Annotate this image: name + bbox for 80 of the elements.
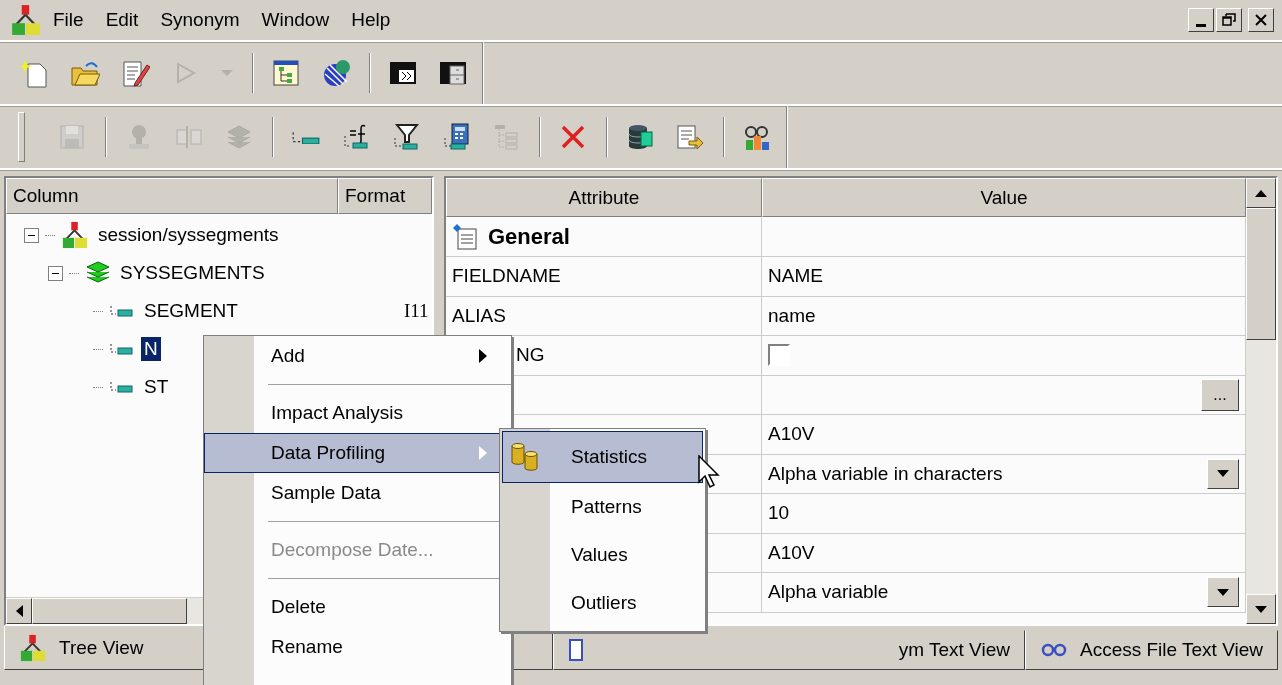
column-header: Attribute [446, 178, 762, 217]
menu-item[interactable]: Values [502, 531, 703, 579]
close-icon [1255, 14, 1267, 26]
scrollbar-thumb[interactable] [32, 598, 187, 624]
view-tab[interactable]: Access File Text View [1024, 630, 1278, 670]
document-icon [567, 638, 584, 662]
minimize-icon [1196, 23, 1206, 27]
restore-button[interactable] [1216, 8, 1242, 32]
menu-item[interactable]: File [42, 9, 95, 31]
formula-icon [341, 122, 371, 152]
tree-item[interactable]: session/syssegments [95, 223, 282, 247]
hierarchy-icon [61, 221, 89, 249]
attribute-value: Alpha variable [768, 581, 890, 604]
hierarchy-icon [19, 633, 47, 662]
attribute-name: NG [516, 344, 545, 367]
view-tab[interactable]: ym Text View [552, 630, 1025, 670]
column-header: Format [338, 178, 432, 214]
scrollbar-thumb[interactable] [1246, 208, 1276, 340]
attribute-value: 10 [768, 502, 790, 525]
menu-item[interactable]: Rename [204, 627, 500, 667]
attribute-value: name [768, 304, 816, 327]
tree-window-icon [271, 58, 301, 88]
scroll-down-button[interactable] [1246, 594, 1276, 624]
caret-down-icon [1217, 470, 1229, 478]
menu-item[interactable]: Help [340, 9, 402, 31]
browse-button[interactable]: ... [1201, 378, 1239, 411]
toolbar-grip[interactable] [18, 112, 25, 162]
tree-item[interactable]: SEGMENT [141, 299, 241, 323]
filter-icon [391, 122, 421, 152]
dropdown-button[interactable] [1207, 458, 1239, 489]
attribute-value: A10V [768, 423, 815, 446]
attribute-value: A10V [768, 541, 815, 564]
caret-down-icon [1217, 588, 1229, 596]
arrow-up-icon [1255, 189, 1267, 197]
calculator-icon [441, 122, 471, 152]
tree-item[interactable]: N [141, 337, 161, 361]
export-icon [675, 122, 705, 152]
menu-item[interactable]: Data Profiling [204, 433, 500, 473]
menu-item[interactable]: Add [204, 336, 500, 376]
tree-item[interactable]: ST [141, 375, 172, 399]
menu-item[interactable]: Edit [94, 9, 150, 31]
globe-icon [321, 58, 351, 88]
edit-document-icon [120, 58, 150, 88]
scroll-up-button[interactable] [1246, 178, 1276, 208]
save-icon [57, 122, 87, 152]
column-header: Column [6, 178, 338, 214]
field-icon [109, 304, 135, 318]
checkbox[interactable] [768, 344, 790, 367]
minimize-button[interactable] [1188, 8, 1214, 32]
attribute-name: ALIAS [452, 304, 506, 327]
menu-item[interactable]: Impact Analysis [204, 393, 500, 433]
format-text: I11 [404, 300, 429, 322]
collapse-toggle[interactable] [48, 265, 63, 281]
scroll-left-button[interactable] [6, 598, 32, 624]
field-icon [292, 130, 320, 144]
close-button[interactable] [1248, 8, 1274, 32]
column-header: Value [762, 178, 1246, 217]
attribute-value: Alpha variable in characters [768, 462, 1004, 485]
menu-item[interactable]: Outliers [502, 579, 703, 627]
properties-icon [452, 222, 480, 251]
dropdown-button[interactable] [1207, 577, 1239, 608]
app-logo-icon [10, 4, 42, 36]
menu-item[interactable]: Delete [204, 587, 500, 627]
menu-item[interactable]: Statistics [502, 431, 703, 483]
arrow-left-icon [15, 605, 23, 617]
arrow-down-icon [1255, 605, 1267, 613]
menu-item[interactable]: Synonym [149, 9, 251, 31]
menu-item[interactable]: Sample Data [204, 473, 500, 513]
collapse-toggle[interactable] [24, 227, 39, 243]
menu-item[interactable]: Patterns [502, 483, 703, 531]
field-icon [109, 380, 135, 394]
attribute-value: NAME [768, 265, 823, 288]
group-heading: General [488, 223, 570, 250]
restore-icon [1222, 13, 1236, 27]
attribute-name: FIELDNAME [452, 265, 561, 288]
tree-item[interactable]: SYSSEGMENTS [117, 261, 268, 285]
menu-item[interactable]: Window [250, 9, 341, 31]
field-icon [109, 342, 135, 356]
new-file-icon [20, 58, 50, 88]
caret-icon [221, 70, 233, 76]
